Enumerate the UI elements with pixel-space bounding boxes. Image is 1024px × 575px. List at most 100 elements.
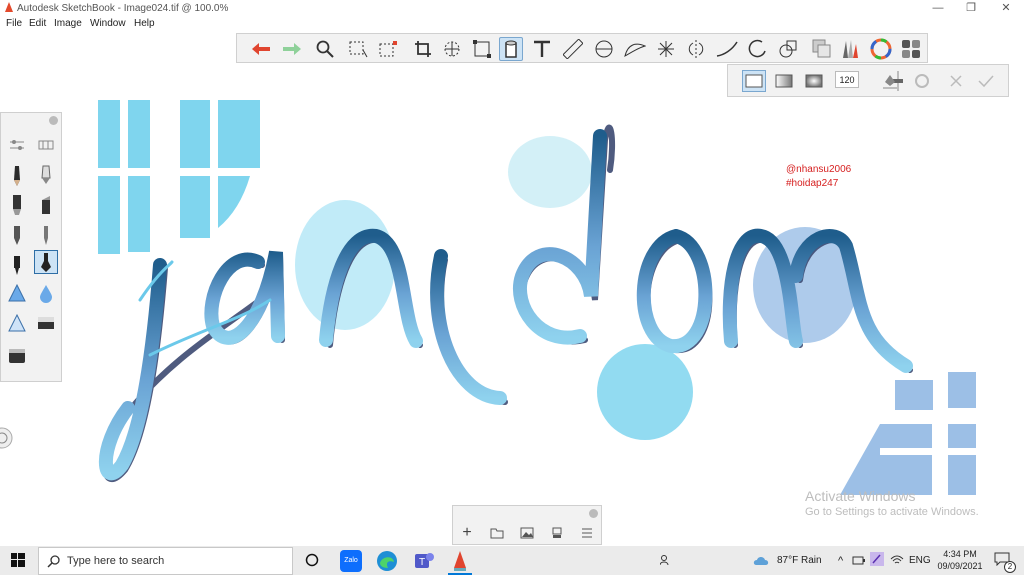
menu-window[interactable]: Window [90,18,126,29]
close-button[interactable]: ✕ [990,0,1022,17]
title-bar: Autodesk SketchBook - Image024.tif @ 100… [0,0,1024,17]
crop-select-icon[interactable] [377,37,401,61]
copy-layer-icon[interactable] [810,37,834,61]
merge-layer-icon[interactable] [549,525,565,541]
layer-menu-icon[interactable] [579,525,595,541]
clock-date: 09/09/2021 [937,561,983,571]
window-title: Autodesk SketchBook - Image024.tif @ 100… [17,3,229,14]
fill-options-bar [727,64,1009,97]
maximize-button[interactable]: ❐ [955,0,987,17]
layerbar-close-dot[interactable] [589,509,598,518]
panel-close-dot[interactable] [49,116,58,125]
radial-gradient-icon[interactable] [802,70,826,92]
solid-fill-icon[interactable] [742,70,766,92]
cancel-icon[interactable] [944,70,968,92]
tolerance-input[interactable]: 120 [835,71,859,88]
perspective-icon[interactable] [654,37,678,61]
brush-library-grid-icon[interactable] [34,133,58,157]
triangle-outline-brush-icon[interactable] [5,311,29,335]
fine-pen-icon[interactable] [34,223,58,247]
triangle-brush-icon[interactable] [5,281,29,305]
menu-help[interactable]: Help [134,18,155,29]
symmetry-icon[interactable] [684,37,708,61]
brush-library-icon[interactable] [838,37,862,61]
chisel-brush-icon[interactable] [34,193,58,217]
select-icon[interactable] [347,37,371,61]
color-blobs [295,136,857,440]
color-palette-icon[interactable] [899,37,923,61]
move-icon[interactable] [440,37,464,61]
menu-edit[interactable]: Edit [29,18,46,29]
sketchbook-taskbar-icon[interactable] [452,550,468,572]
crop-icon[interactable] [411,37,435,61]
search-icon [47,555,60,568]
windows-start-icon[interactable] [11,553,25,567]
battery-icon[interactable] [852,554,866,566]
menu-file[interactable]: File [6,18,22,29]
stroke-icon[interactable] [715,37,739,61]
language-indicator[interactable]: ENG [909,546,931,575]
undo-icon[interactable] [249,37,273,61]
taskbar-search[interactable]: Type here to search [38,547,293,575]
pen-workspace-icon[interactable] [870,552,884,566]
handle-hoidap: #hoidap247 [786,178,839,189]
main-toolbar [236,33,928,63]
predictive-icon[interactable] [776,37,800,61]
image-layer-icon[interactable] [519,525,535,541]
hard-eraser-icon[interactable] [5,343,29,367]
calligraphy-pen-icon[interactable] [34,250,58,274]
marker-brush-icon[interactable] [5,193,29,217]
window-pane-bottom-right [840,372,976,495]
brush-properties-icon[interactable] [5,133,29,157]
people-icon[interactable] [660,554,672,566]
handle-nhansu: @nhansu2006 [786,164,852,175]
clock[interactable]: 4:34 PM 09/09/2021 [935,548,985,572]
eraser-icon[interactable] [34,311,58,335]
ruler-icon[interactable] [561,37,585,61]
linear-gradient-icon[interactable] [772,70,796,92]
folder-icon[interactable] [489,525,505,541]
sample-all-icon[interactable] [878,70,902,92]
watermark-subtitle: Go to Settings to activate Windows. [805,506,979,518]
ellipse-icon[interactable] [592,37,616,61]
floating-puck-icon[interactable] [0,424,14,454]
french-curve-icon[interactable] [623,37,647,61]
drawing-canvas[interactable] [0,32,1024,545]
text-icon[interactable] [530,37,554,61]
color-wheel-icon[interactable] [869,37,893,61]
add-layer-button[interactable]: + [459,524,475,541]
menu-bar: File Edit Image Window Help [0,17,1024,32]
ink-pen-icon[interactable] [5,223,29,247]
airbrush-icon[interactable] [34,163,58,187]
distort-icon[interactable] [470,37,494,61]
clock-time: 4:34 PM [943,549,977,559]
sketchbook-app-icon [5,2,13,12]
brush-palette [0,112,62,382]
show-hidden-icons-button[interactable]: ^ [838,546,843,575]
zalo-app-icon[interactable]: Zalo [340,550,362,572]
svg-text:T: T [419,557,425,568]
window-pane-top-left [98,100,260,254]
shape-icon[interactable] [746,37,770,61]
edge-app-icon[interactable] [376,550,398,572]
notification-count-badge: 2 [1004,561,1016,573]
menu-image[interactable]: Image [54,18,82,29]
search-placeholder: Type here to search [67,555,165,567]
weather-cloud-icon [753,557,769,565]
water-drop-brush-icon[interactable] [34,281,58,305]
fill-icon[interactable] [499,37,523,61]
teams-app-icon[interactable]: T [413,550,435,572]
activation-watermark: Activate Windows Go to Settings to activ… [805,488,979,518]
layer-bar: + [452,505,602,545]
reset-icon[interactable] [910,70,934,92]
redo-icon[interactable] [280,37,304,61]
zoom-icon[interactable] [313,37,337,61]
confirm-icon[interactable] [974,70,998,92]
pencil-brush-icon[interactable] [5,163,29,187]
cortana-icon[interactable] [305,553,319,567]
weather-text[interactable]: 87°F Rain [777,546,822,575]
technical-pen-icon[interactable] [5,253,29,277]
wifi-icon[interactable] [890,554,904,566]
minimize-button[interactable]: — [922,0,954,17]
watermark-title: Activate Windows [805,488,916,504]
